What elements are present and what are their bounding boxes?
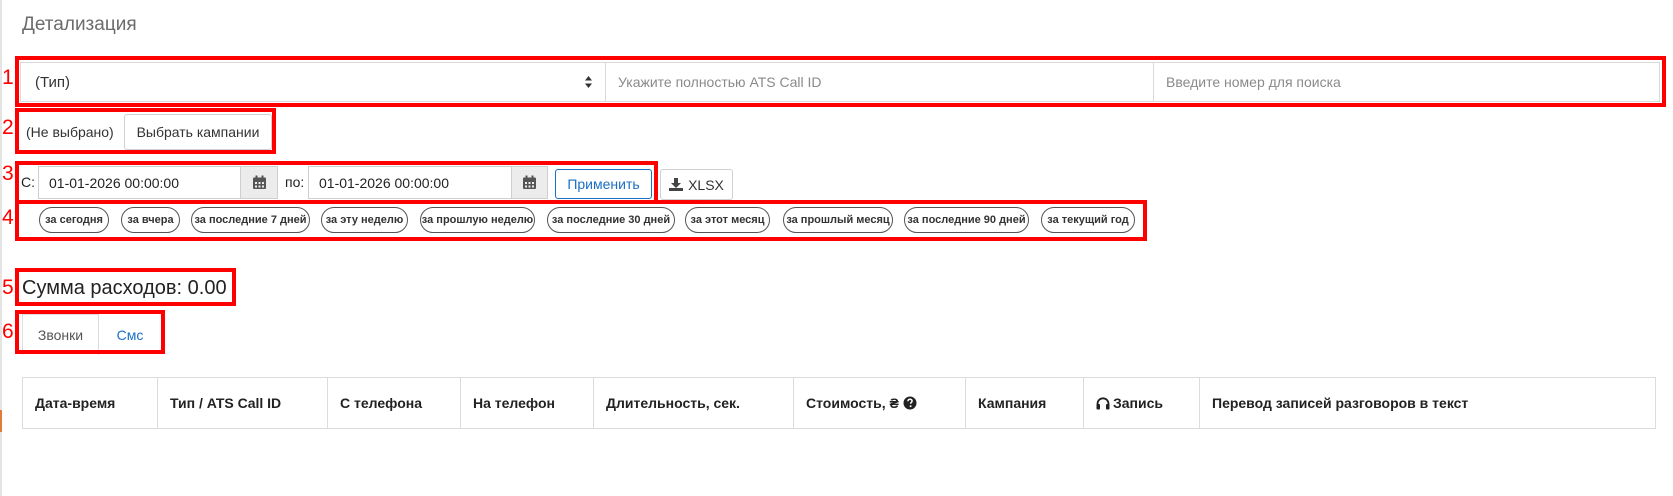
annotation-number: 5 xyxy=(2,276,14,299)
column-header-to-phone[interactable]: На телефон xyxy=(461,378,594,428)
page-title: Детализация xyxy=(22,14,137,35)
annotation-box-6 xyxy=(15,310,165,354)
annotation-box-2 xyxy=(15,108,276,154)
column-header-datetime[interactable]: Дата-время xyxy=(23,378,158,428)
quick-range-pill[interactable]: за эту неделю xyxy=(321,207,408,233)
quick-range-pill[interactable]: за прошлый месяц xyxy=(783,207,893,233)
column-header-campaign[interactable]: Кампания xyxy=(966,378,1084,428)
quick-range-pill[interactable]: за вчера xyxy=(121,207,180,233)
quick-range-pill[interactable]: за сегодня xyxy=(39,207,109,233)
quick-range-pill[interactable]: за текущий год xyxy=(1041,207,1135,233)
quick-range-pill[interactable]: за последние 7 дней xyxy=(191,207,310,233)
export-xlsx-label: XLSX xyxy=(688,176,724,193)
quick-range-pill[interactable]: за последние 90 дней xyxy=(904,207,1029,233)
question-circle-icon[interactable] xyxy=(903,396,917,410)
headphones-icon xyxy=(1096,396,1110,409)
annotation-number: 4 xyxy=(2,206,14,229)
column-header-from-phone[interactable]: С телефона xyxy=(328,378,461,428)
quick-range-pill[interactable]: за прошлую неделю xyxy=(420,207,535,233)
left-accent-mark xyxy=(0,410,2,432)
annotation-number: 3 xyxy=(2,162,14,185)
annotation-box-3 xyxy=(15,161,658,204)
recording-header-label: Запись xyxy=(1113,395,1164,411)
column-header-transcription[interactable]: Перевод записей разговоров в текст xyxy=(1200,378,1655,428)
annotation-number: 6 xyxy=(2,320,14,343)
annotation-number: 1 xyxy=(2,66,14,89)
download-icon xyxy=(669,178,684,191)
annotation-box-1 xyxy=(15,56,1666,107)
export-xlsx-button[interactable]: XLSX xyxy=(660,169,733,200)
quick-range-pill[interactable]: за последние 30 дней xyxy=(547,207,675,233)
quick-range-pill[interactable]: за этот месяц xyxy=(685,207,770,233)
column-header-type-call-id[interactable]: Тип / ATS Call ID xyxy=(158,378,328,428)
annotation-box-5 xyxy=(15,268,236,306)
cost-header-label: Стоимость, ₴ xyxy=(806,395,899,411)
table-header: Дата-время Тип / ATS Call ID С телефона … xyxy=(22,377,1656,429)
column-header-recording[interactable]: Запись xyxy=(1084,378,1200,428)
annotation-number: 2 xyxy=(2,116,14,139)
column-header-cost[interactable]: Стоимость, ₴ xyxy=(794,378,966,428)
column-header-duration[interactable]: Длительность, сек. xyxy=(594,378,794,428)
